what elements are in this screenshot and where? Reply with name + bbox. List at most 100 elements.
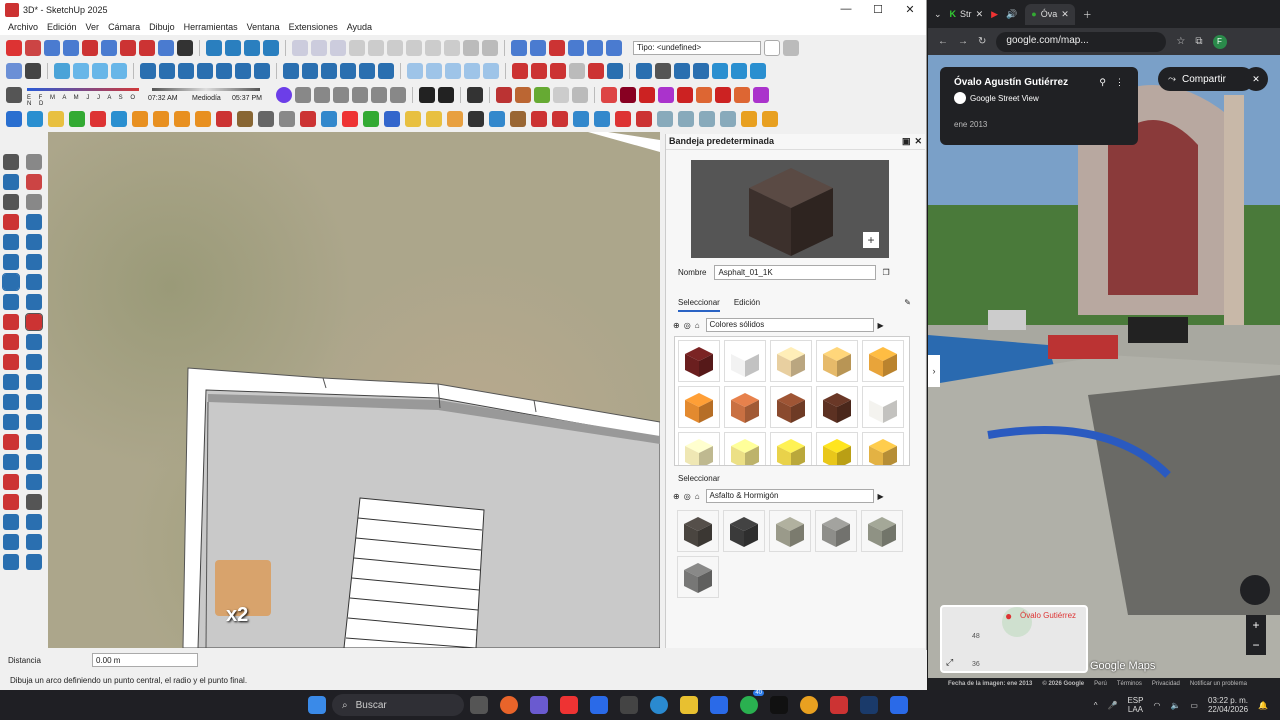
dimension-icon[interactable]	[569, 63, 585, 79]
solid-subtract-icon[interactable]	[302, 63, 318, 79]
back-view-icon[interactable]	[216, 63, 232, 79]
text-icon[interactable]	[607, 63, 623, 79]
material-name-input[interactable]: Asphalt_01_1K	[714, 265, 877, 280]
plugin-29-icon[interactable]	[594, 111, 610, 127]
guide-icon[interactable]	[531, 63, 547, 79]
user-icon[interactable]	[25, 63, 41, 79]
erase-tool-icon[interactable]	[26, 194, 42, 210]
plugin-33-icon[interactable]	[678, 111, 694, 127]
task-view-icon[interactable]	[470, 696, 488, 714]
new-tab-icon[interactable]: ＋	[1083, 8, 1092, 21]
wireframe-icon[interactable]	[111, 63, 127, 79]
back-icon-2[interactable]: ⊕	[673, 492, 680, 501]
back-edges-icon[interactable]	[92, 63, 108, 79]
tray-pin-icon[interactable]: ▣	[902, 136, 911, 147]
solid-color-swatch[interactable]	[862, 340, 904, 382]
details-arrow-icon[interactable]: ▶	[878, 321, 884, 330]
display-icon-2[interactable]: ◎	[684, 492, 691, 501]
eraser-icon[interactable]	[25, 40, 41, 56]
zoom-window-tool-icon[interactable]	[26, 454, 42, 470]
extrude-9-icon[interactable]	[753, 87, 769, 103]
plugin-14-icon[interactable]	[279, 111, 295, 127]
tab-edicion[interactable]: Edición	[734, 298, 760, 312]
cone-icon[interactable]	[553, 87, 569, 103]
axes-tool-icon[interactable]	[3, 414, 19, 430]
menu-ventana[interactable]: Ventana	[247, 22, 280, 32]
plugin-2-icon[interactable]	[27, 111, 43, 127]
top-view-icon[interactable]	[159, 63, 175, 79]
home-icon[interactable]: ⌂	[695, 321, 700, 330]
stamp-icon[interactable]	[568, 40, 584, 56]
right-view-icon[interactable]	[197, 63, 213, 79]
camera-icon[interactable]	[352, 87, 368, 103]
folder-icon[interactable]	[636, 63, 652, 79]
compass-icon[interactable]	[1240, 575, 1270, 605]
print-icon[interactable]	[463, 40, 479, 56]
section-tool-icon[interactable]	[26, 514, 42, 530]
language-indicator[interactable]: ESP LAA	[1127, 696, 1143, 714]
plugin-21-icon[interactable]	[426, 111, 442, 127]
settings-gear-icon[interactable]	[655, 63, 671, 79]
zoom-window-icon[interactable]	[63, 40, 79, 56]
solid-color-swatch[interactable]	[724, 432, 766, 465]
store-icon[interactable]	[590, 696, 608, 714]
walk-icon[interactable]	[139, 40, 155, 56]
section-display-icon[interactable]	[426, 63, 442, 79]
cube-outline-icon[interactable]	[438, 87, 454, 103]
protractor-icon[interactable]	[588, 63, 604, 79]
footer-privacy[interactable]: Privacidad	[1152, 681, 1180, 687]
menu-archivo[interactable]: Archivo	[8, 22, 38, 32]
battery-icon[interactable]: ▭	[1190, 701, 1198, 710]
walk-person-icon[interactable]	[177, 40, 193, 56]
extrude-8-icon[interactable]	[734, 87, 750, 103]
plugin-9-icon[interactable]	[174, 111, 190, 127]
audio-icon[interactable]: 🔊	[1006, 9, 1017, 20]
solid-color-swatch[interactable]	[724, 340, 766, 382]
plugin-11-icon[interactable]	[216, 111, 232, 127]
url-bar[interactable]: google.com/map...	[996, 31, 1167, 52]
leaf-icon[interactable]	[534, 87, 550, 103]
plugin-24-icon[interactable]	[489, 111, 505, 127]
sphere-icon[interactable]	[314, 87, 330, 103]
menu-edicion[interactable]: Edición	[47, 22, 77, 32]
distance-input[interactable]: 0.00 m	[92, 653, 198, 667]
minimap[interactable]: ● Óvalo Gutiérrez 48 36 ⤢	[940, 605, 1088, 673]
close-street-view-icon[interactable]: ✕	[1244, 67, 1268, 91]
menu-camara[interactable]: Cámara	[108, 22, 140, 32]
pipe-icon[interactable]	[467, 87, 483, 103]
smoove-icon[interactable]	[549, 40, 565, 56]
plugin-31-icon[interactable]	[636, 111, 652, 127]
bend-icon[interactable]	[572, 87, 588, 103]
tiktok-icon[interactable]	[770, 696, 788, 714]
windows-start-icon[interactable]	[308, 696, 326, 714]
display-icon[interactable]: ◎	[684, 321, 691, 330]
firefox-icon[interactable]	[500, 696, 518, 714]
layers-icon[interactable]	[674, 63, 690, 79]
tab-1-close-icon[interactable]: ✕	[976, 9, 984, 20]
asphalt-swatch[interactable]	[861, 510, 903, 552]
zoom-icon[interactable]	[44, 40, 60, 56]
asphalt-swatch[interactable]	[677, 510, 719, 552]
rotated-rect-icon[interactable]	[26, 234, 42, 250]
pencil-icon[interactable]	[550, 63, 566, 79]
extension-tool-icon[interactable]	[26, 534, 42, 550]
plugin-25-icon[interactable]	[510, 111, 526, 127]
arc-3pt-icon[interactable]	[3, 294, 19, 310]
asphalt-swatch[interactable]	[723, 510, 765, 552]
zoom-extents-tool-icon[interactable]	[3, 474, 19, 490]
notification-icon[interactable]: 🔔	[1258, 701, 1268, 710]
solid-color-swatch[interactable]	[678, 340, 720, 382]
push-pull-icon[interactable]	[25, 313, 43, 331]
drop-solid-icon[interactable]	[750, 63, 766, 79]
clock[interactable]: 03:22 p. m. 22/04/2026	[1208, 696, 1248, 714]
save-icon[interactable]	[330, 40, 346, 56]
delete-icon[interactable]	[406, 40, 422, 56]
protractor-tool-icon[interactable]	[3, 394, 19, 410]
tray-close-icon[interactable]: ✕	[914, 136, 922, 147]
tipo-field[interactable]: Tipo: <undefined>	[633, 41, 761, 55]
street-view-panel[interactable]: Óvalo Agustín Gutiérrez Google Street Vi…	[928, 55, 1280, 690]
library-dropdown-2[interactable]: Asfalto & Hormigón	[705, 489, 874, 503]
chrome-icon[interactable]	[800, 696, 818, 714]
previous-view-icon[interactable]	[101, 40, 117, 56]
solid-color-swatch[interactable]	[862, 386, 904, 428]
